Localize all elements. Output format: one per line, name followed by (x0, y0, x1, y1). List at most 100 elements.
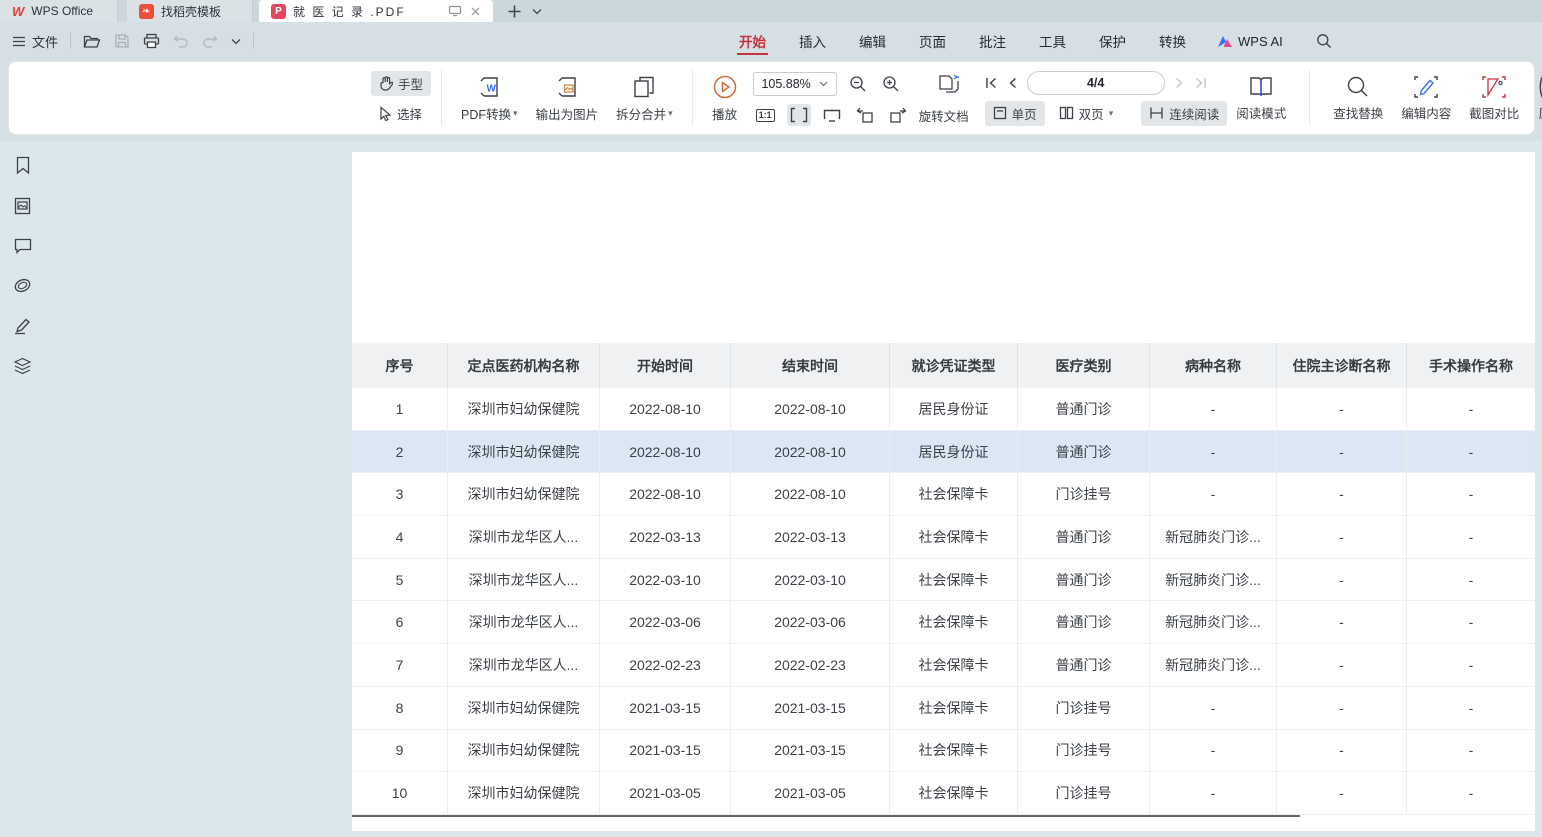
table-cell: - (1150, 388, 1277, 430)
table-row: 4深圳市龙华区人...2022-03-132022-03-13社会保障卡普通门诊… (352, 516, 1535, 559)
continuous-read-icon (1149, 106, 1164, 120)
screenshot-compare-button[interactable]: 截图对比 (1460, 75, 1528, 122)
rotate-right-button[interactable] (886, 104, 910, 126)
table-cell: 普通门诊 (1018, 431, 1150, 473)
redo-icon[interactable] (202, 34, 218, 48)
undo-icon[interactable] (173, 34, 189, 48)
table-cell: 2022-03-06 (731, 601, 890, 643)
pdf-page[interactable]: 序号定点医药机构名称开始时间结束时间就诊凭证类型医疗类别病种名称住院主诊断名称手… (352, 152, 1535, 831)
attachment-panel-icon[interactable] (12, 275, 33, 296)
table-cell: - (1277, 644, 1407, 686)
single-page-button[interactable]: 单页 (985, 101, 1045, 126)
column-header: 手术操作名称 (1407, 343, 1535, 388)
new-tab-button[interactable] (507, 4, 522, 19)
zoom-in-button[interactable] (879, 72, 903, 96)
read-mode-button[interactable]: 阅读模式 (1227, 75, 1295, 122)
one-to-one-icon: 1:1 (756, 109, 775, 122)
table-cell: - (1407, 644, 1535, 686)
page-indicator-input[interactable]: 4/4 (1027, 71, 1165, 95)
table-cell: 深圳市龙华区人... (448, 601, 600, 643)
first-page-button[interactable] (985, 77, 998, 89)
export-image-label: 输出为图片 (536, 104, 599, 123)
rotate-left-button[interactable] (853, 104, 877, 126)
select-tool-label: 选择 (397, 104, 422, 123)
split-merge-button[interactable]: 拆分合并▾ (607, 74, 682, 123)
table-cell: - (1150, 687, 1277, 729)
table-cell: 社会保障卡 (890, 559, 1018, 601)
table-cell: - (1277, 772, 1407, 814)
table-cell: 社会保障卡 (890, 687, 1018, 729)
edit-content-button[interactable]: 编辑内容 (1392, 75, 1460, 122)
menu-convert[interactable]: 转换 (1157, 25, 1188, 57)
menu-insert[interactable]: 插入 (797, 25, 828, 57)
file-menu-button[interactable]: 文件 (12, 32, 58, 51)
more-actions-chevron-icon[interactable] (231, 38, 241, 45)
menu-protect[interactable]: 保护 (1097, 25, 1128, 57)
table-cell: - (1150, 730, 1277, 772)
svg-text:W: W (487, 83, 497, 94)
menu-edit[interactable]: 编辑 (857, 25, 888, 57)
table-cell: 新冠肺炎门诊... (1150, 516, 1277, 558)
table-cell: 新冠肺炎门诊... (1150, 601, 1277, 643)
layers-panel-icon[interactable] (12, 355, 33, 376)
column-header: 住院主诊断名称 (1277, 343, 1407, 388)
fit-width-button[interactable] (787, 104, 811, 126)
close-tab-icon[interactable] (470, 6, 481, 17)
chevron-down-icon: ▾ (1109, 108, 1114, 119)
last-page-button[interactable] (1194, 77, 1207, 89)
tab-list-chevron-icon[interactable] (532, 8, 542, 15)
table-cell: 普通门诊 (1018, 644, 1150, 686)
hamburger-icon (12, 36, 26, 47)
window-tab-bar: W WPS Office ❧ 找稻壳模板 P 就 医 记 录 .PDF (0, 0, 1542, 22)
continuous-read-button[interactable]: 连续阅读 (1141, 101, 1227, 126)
monitor-icon[interactable] (448, 5, 462, 17)
table-cell: 深圳市妇幼保健院 (448, 431, 600, 473)
signature-panel-icon[interactable] (12, 315, 33, 336)
menu-tools[interactable]: 工具 (1037, 25, 1068, 57)
select-tool-button[interactable]: 选择 (371, 101, 431, 126)
next-page-button[interactable] (1175, 77, 1184, 89)
wps-ai-button[interactable]: WPS AI (1217, 34, 1283, 49)
prev-page-button[interactable] (1008, 77, 1017, 89)
table-row: 2深圳市妇幼保健院2022-08-102022-08-10居民身份证普通门诊--… (352, 431, 1535, 474)
tab-template-store[interactable]: ❧ 找稻壳模板 (127, 0, 253, 22)
table-cell: - (1277, 730, 1407, 772)
menu-home[interactable]: 开始 (737, 25, 768, 57)
export-image-button[interactable]: 输出为图片 (527, 74, 608, 123)
comment-panel-icon[interactable] (12, 235, 33, 256)
double-page-button[interactable]: 双页 ▾ (1051, 101, 1122, 126)
bookmark-panel-icon[interactable] (12, 155, 33, 176)
fit-page-button[interactable] (820, 105, 844, 125)
pdf-convert-icon: W (476, 74, 502, 100)
thumbnail-panel-icon[interactable] (12, 195, 33, 216)
table-cell: 社会保障卡 (890, 730, 1018, 772)
zoom-level-select[interactable]: 105.88% (753, 72, 837, 96)
play-button[interactable]: 播放 (703, 74, 747, 123)
hand-tool-button[interactable]: 手型 (371, 71, 431, 96)
table-cell: 社会保障卡 (890, 644, 1018, 686)
open-file-icon[interactable] (83, 34, 101, 49)
split-merge-icon (631, 74, 657, 100)
menu-comment[interactable]: 批注 (977, 25, 1008, 57)
menu-page[interactable]: 页面 (917, 25, 948, 57)
table-cell: 普通门诊 (1018, 516, 1150, 558)
screenshot-compare-icon (1481, 75, 1507, 99)
table-cell: - (1277, 559, 1407, 601)
compress-button[interactable]: 压缩 (1528, 75, 1542, 122)
table-row: 5深圳市龙华区人...2022-03-102022-03-10社会保障卡普通门诊… (352, 559, 1535, 602)
search-icon[interactable] (1316, 33, 1332, 49)
menu-bar: 文件 开始 插入 编辑 页面 批注 工具 保护 转换 W (0, 22, 1542, 60)
tab-document-pdf[interactable]: P 就 医 记 录 .PDF (259, 0, 493, 22)
table-cell: 社会保障卡 (890, 772, 1018, 814)
screenshot-compare-label: 截图对比 (1469, 103, 1519, 122)
save-icon[interactable] (114, 33, 130, 49)
table-cell: 1 (352, 388, 448, 430)
find-replace-button[interactable]: 查找替换 (1324, 75, 1392, 122)
zoom-out-button[interactable] (846, 72, 870, 96)
actual-size-button[interactable]: 1:1 (753, 106, 778, 125)
table-cell: 2021-03-15 (600, 730, 731, 772)
print-icon[interactable] (143, 33, 160, 49)
pdf-convert-button[interactable]: W PDF转换▾ (452, 74, 527, 123)
rotate-doc-label[interactable]: 旋转文档 (919, 106, 969, 125)
tab-wps-office[interactable]: W WPS Office (0, 0, 118, 22)
